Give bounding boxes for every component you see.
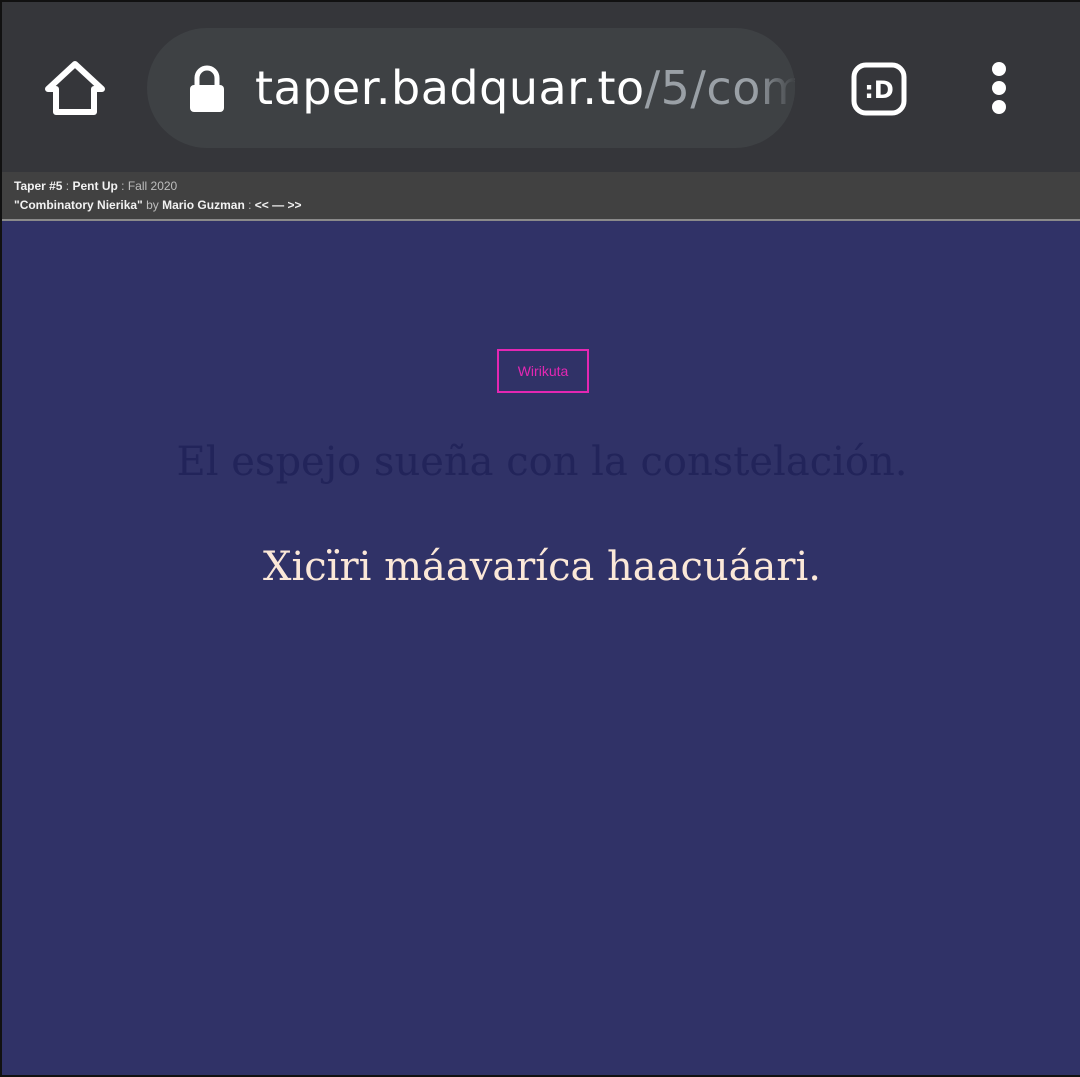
author-link[interactable]: Mario Guzman (162, 198, 245, 212)
issue-link[interactable]: Taper #5 (14, 179, 62, 193)
reader-mode-icon: :D (851, 62, 907, 116)
poem-line: "Combinatory Nierika" by Mario Guzman : … (14, 198, 302, 212)
screen: taper.badquar.to/5/coml :D Taper #5 : Pe… (0, 0, 1080, 1077)
browser-toolbar: taper.badquar.to/5/coml :D (2, 2, 1080, 172)
reader-mode-label: :D (864, 76, 894, 104)
poem-title: "Combinatory Nierika" (14, 198, 143, 212)
url-fade (755, 28, 795, 148)
wirikuta-tag[interactable]: Wirikuta (497, 349, 589, 393)
issue-line: Taper #5 : Pent Up : Fall 2020 (14, 179, 178, 193)
season-text: Fall 2020 (127, 179, 178, 193)
spanish-line: El espejo sueña con la constelación. (176, 439, 908, 485)
more-vert-icon (992, 62, 1006, 114)
home-icon (45, 61, 105, 115)
next-link[interactable]: >> (288, 198, 302, 212)
url-text[interactable]: taper.badquar.to/5/coml (255, 58, 795, 118)
reader-mode-button[interactable]: :D (849, 60, 909, 118)
index-link[interactable]: — (272, 198, 284, 212)
address-bar[interactable]: taper.badquar.to/5/coml (147, 28, 795, 148)
theme-link[interactable]: Pent Up (72, 179, 117, 193)
url-domain: taper.badquar.to (255, 61, 645, 115)
lock-icon (190, 65, 224, 112)
site-header: Taper #5 : Pent Up : Fall 2020 "Combinat… (2, 172, 1080, 221)
prev-link[interactable]: << (255, 198, 269, 212)
home-button[interactable] (42, 56, 108, 122)
more-menu-button[interactable] (982, 60, 1016, 120)
huichol-line: Xicïri máavaríca haacuáari. (263, 544, 821, 590)
